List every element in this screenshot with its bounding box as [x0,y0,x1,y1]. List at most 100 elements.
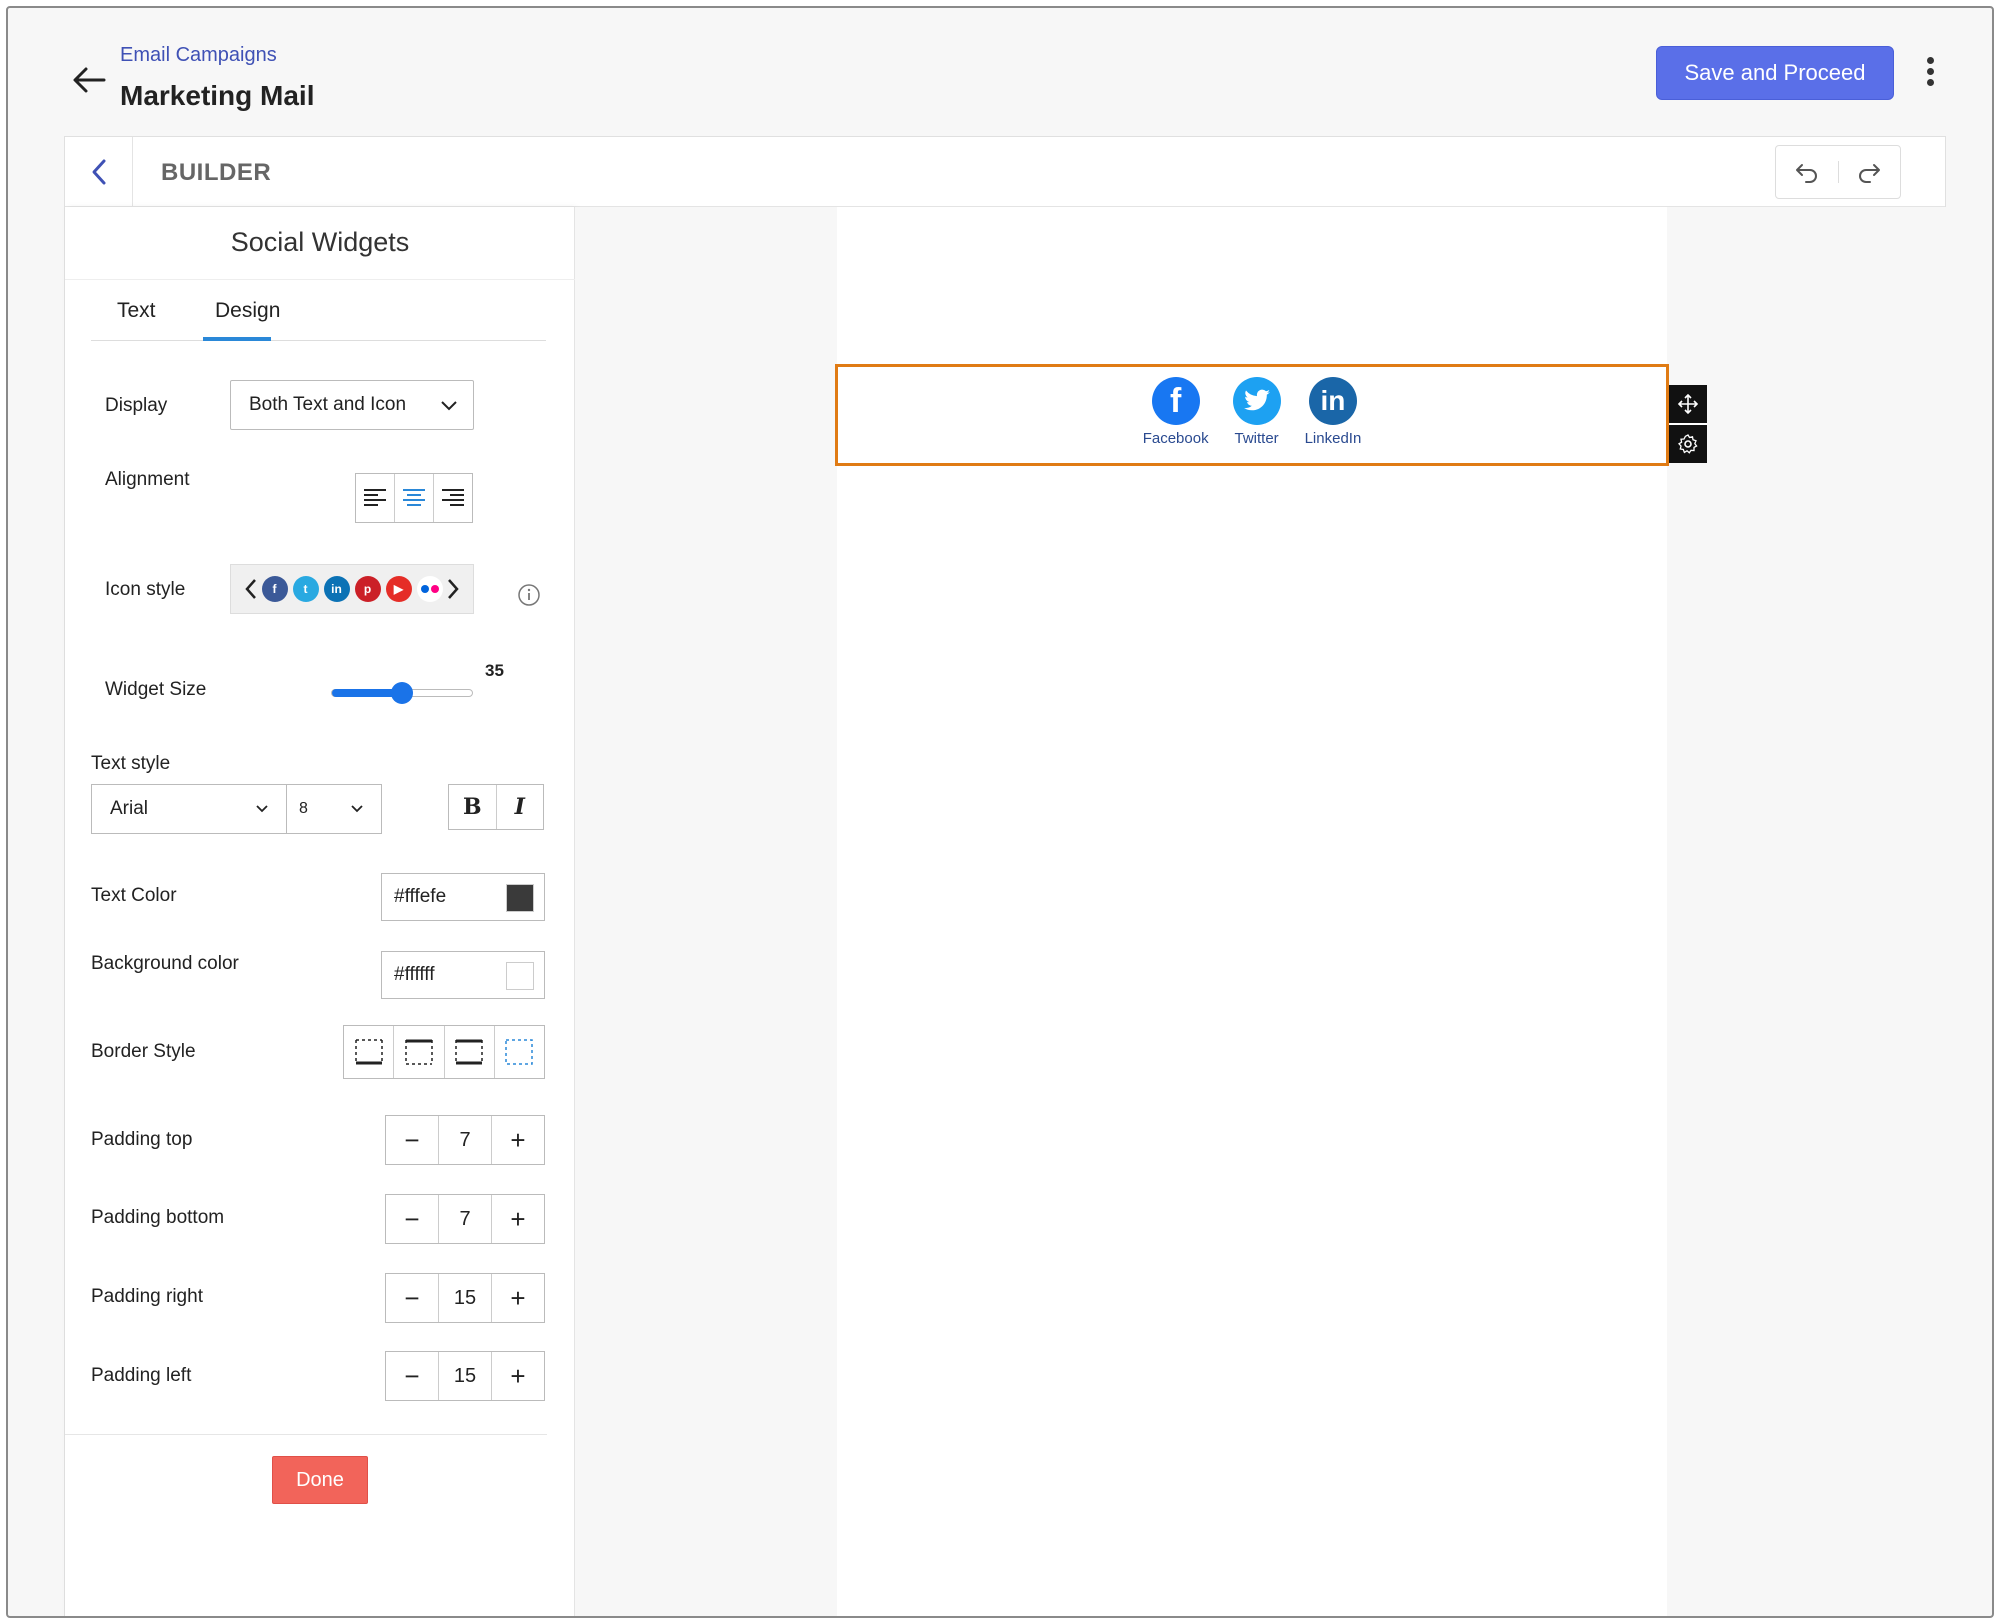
background-color-value: #ffffff [394,964,435,985]
font-size-select[interactable]: 8 [286,784,382,834]
move-icon [1677,393,1699,415]
align-left-icon [364,489,386,506]
email-canvas: f Facebook Twitter in LinkedIn [575,207,1947,1616]
border-style-group [343,1025,545,1079]
border-bottom-button[interactable] [344,1026,395,1078]
social-label-linkedin: LinkedIn [1304,430,1362,447]
font-family-value: Arial [110,798,149,819]
align-right-button[interactable] [434,474,472,522]
border-top-button[interactable] [394,1026,445,1078]
breadcrumb[interactable]: Email Campaigns [120,44,277,67]
icon-style-picker: f t in p ▶ [230,564,474,614]
social-label-facebook: Facebook [1142,430,1209,447]
chevron-down-icon [441,401,457,411]
icon-style-next-button[interactable] [443,577,463,601]
align-center-icon [403,489,425,506]
widget-size-slider[interactable] [331,682,473,704]
panel-title: Social Widgets [230,227,410,257]
info-icon[interactable] [517,583,541,607]
back-arrow-icon[interactable] [68,58,112,102]
move-block-button[interactable] [1669,385,1707,423]
builder: BUILDER Social Widgets Text Design Displ… [64,136,1947,1616]
padding-top-increment-button[interactable]: + [492,1116,544,1164]
align-left-button[interactable] [356,474,395,522]
youtube-icon: ▶ [385,576,412,602]
icon-style-label: Icon style [105,579,186,600]
padding-bottom-increment-button[interactable]: + [492,1195,544,1243]
text-style-label: Text style [91,753,171,774]
social-link-linkedin[interactable]: in LinkedIn [1304,377,1362,447]
bold-button[interactable]: B [449,785,497,829]
padding-right-value[interactable]: 15 [438,1274,492,1322]
display-select[interactable]: Both Text and Icon [230,380,474,430]
border-top-bottom-button[interactable] [445,1026,495,1078]
facebook-icon: f [261,576,288,602]
twitter-icon [1232,377,1281,425]
undo-button[interactable] [1776,146,1838,198]
save-and-proceed-button[interactable]: Save and Proceed [1656,46,1894,100]
social-links: f Facebook Twitter in LinkedIn [838,377,1666,447]
padding-right-label: Padding right [91,1286,203,1307]
active-tab-indicator [203,337,271,341]
font-family-select[interactable]: Arial [91,784,287,834]
text-color-swatch[interactable] [506,884,534,912]
background-color-field[interactable]: #ffffff [381,951,545,999]
background-color-swatch[interactable] [506,962,534,990]
font-size-value: 8 [299,800,308,817]
undo-redo-group [1775,145,1901,199]
done-button[interactable]: Done [272,1456,368,1504]
flickr-icon [416,576,443,602]
padding-right-stepper: − 15 + [385,1273,545,1323]
border-style-label: Border Style [91,1041,196,1062]
icon-style-preview[interactable]: f t in p ▶ [261,576,443,602]
italic-button[interactable]: I [497,785,544,829]
text-color-value: #fffefe [394,886,447,907]
padding-top-decrement-button[interactable]: − [386,1116,438,1164]
align-right-icon [442,489,464,506]
padding-top-value[interactable]: 7 [438,1116,492,1164]
tab-text[interactable]: Text [117,299,156,323]
align-center-button[interactable] [395,474,434,522]
padding-right-decrement-button[interactable]: − [386,1274,438,1322]
chevron-right-icon [448,579,459,599]
alignment-group [355,473,473,523]
undo-icon [1795,164,1817,183]
padding-left-decrement-button[interactable]: − [386,1352,438,1400]
social-widget-block[interactable]: f Facebook Twitter in LinkedIn [835,364,1669,466]
padding-bottom-decrement-button[interactable]: − [386,1195,438,1243]
padding-left-label: Padding left [91,1365,192,1386]
background-color-label: Background color [91,953,239,974]
text-format-group: B I [448,784,544,830]
settings-panel: Social Widgets Text Design Display Both … [65,207,575,1616]
widget-size-value: 35 [485,661,504,680]
social-link-facebook[interactable]: f Facebook [1143,377,1209,447]
linkedin-icon: in [323,576,350,602]
border-none-icon [505,1039,534,1065]
pinterest-icon: p [354,576,381,602]
more-options-icon[interactable] [1918,54,1942,94]
builder-back-button[interactable] [65,137,133,207]
redo-icon [1859,164,1881,183]
padding-right-increment-button[interactable]: + [492,1274,544,1322]
padding-left-stepper: − 15 + [385,1351,545,1401]
text-color-field[interactable]: #fffefe [381,873,545,921]
border-none-button[interactable] [495,1026,544,1078]
tab-design[interactable]: Design [215,299,280,323]
app-window: Email Campaigns Marketing Mail Save and … [6,6,1994,1618]
panel-tabs: Text Design [91,291,546,341]
border-top-icon [405,1039,433,1065]
block-settings-button[interactable] [1669,425,1707,463]
display-select-value: Both Text and Icon [249,394,407,415]
padding-left-value[interactable]: 15 [438,1352,492,1400]
chevron-left-icon [245,579,256,599]
redo-button[interactable] [1839,146,1901,198]
display-label: Display [105,395,168,416]
icon-style-prev-button[interactable] [241,577,261,601]
chevron-down-icon [256,805,268,813]
social-link-twitter[interactable]: Twitter [1232,377,1281,447]
padding-bottom-value[interactable]: 7 [438,1195,492,1243]
text-color-label: Text Color [91,885,177,906]
padding-left-increment-button[interactable]: + [492,1352,544,1400]
builder-toolbar: BUILDER [65,137,1945,207]
slider-thumb[interactable] [391,682,413,704]
